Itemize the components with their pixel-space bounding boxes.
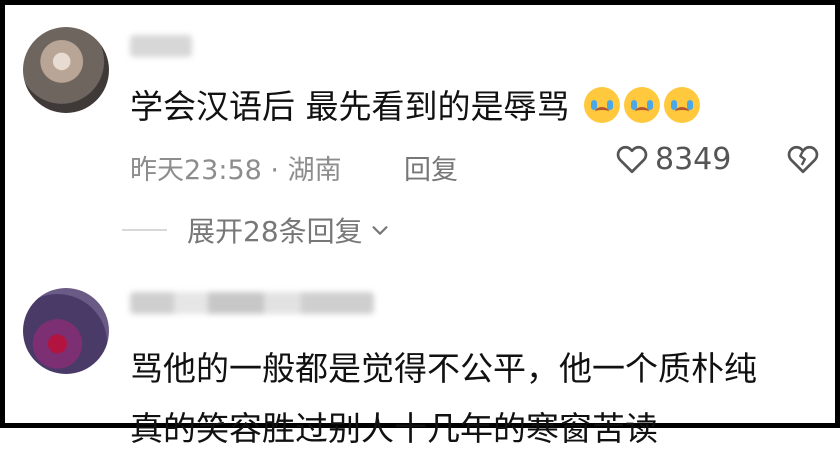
comment-time: 昨天23:58 [130,155,262,186]
comment-text: 学会汉语后 最先看到的是辱骂 [130,80,700,128]
crying-face-emoji-icon [584,87,620,123]
divider-line [122,229,167,231]
heart-outline-icon [616,145,648,174]
comment-text-line1: 骂他的一般都是觉得不公平，他一个质朴纯 [130,349,757,388]
comment-text-line2: 真的笑容胜过别人十几年的寒窗苦读 [130,409,658,448]
username-blurred[interactable] [130,292,374,314]
crying-face-emoji-icon [624,87,660,123]
like-button[interactable]: 8349 [614,141,731,177]
comment-location: 湖南 [287,155,342,186]
like-count: 8349 [655,141,732,177]
avatar[interactable] [23,27,109,113]
username-blurred[interactable] [130,35,192,57]
expand-replies-button[interactable]: 展开28条回复 [122,212,391,248]
comment-meta: 昨天23:58 · 湖南 [130,148,342,187]
comment-body: 学会汉语后 最先看到的是辱骂 [130,87,570,126]
reply-button[interactable]: 回复 [404,148,458,187]
avatar[interactable] [23,288,109,374]
expand-replies-label: 展开28条回复 [187,215,363,248]
meta-separator: · [270,155,279,186]
broken-heart-icon[interactable] [785,141,821,177]
crying-face-emoji-icon [664,87,700,123]
chevron-down-icon [372,226,388,235]
